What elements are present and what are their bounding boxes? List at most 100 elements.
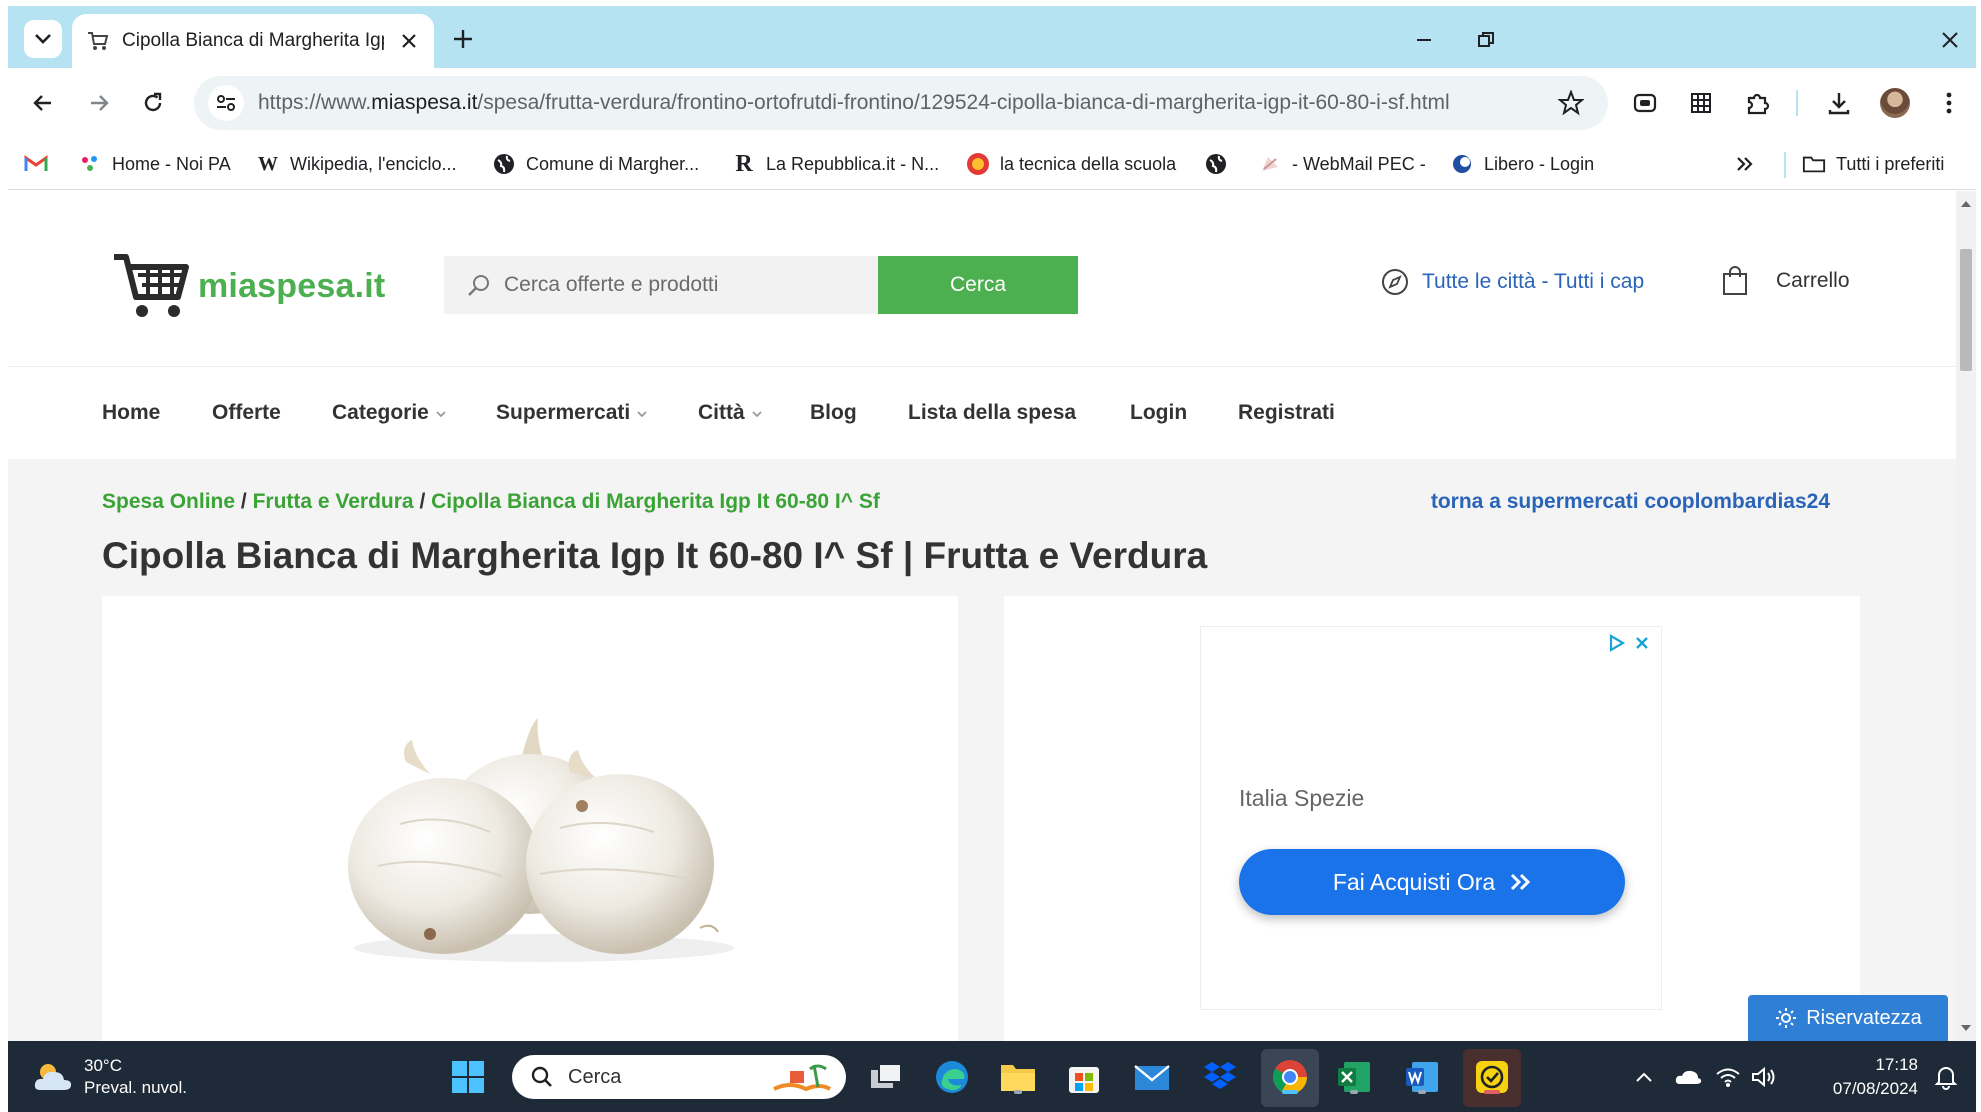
- word-icon: [1406, 1062, 1438, 1092]
- arrow-left-icon: [33, 95, 51, 111]
- extension-copilot-icon: [1633, 93, 1657, 113]
- taskbar-tasks-app[interactable]: [1472, 1057, 1512, 1097]
- nav-home[interactable]: Home: [102, 401, 160, 425]
- bookmark-gmail[interactable]: [24, 150, 58, 178]
- ad-cta-button[interactable]: Fai Acquisti Ora: [1239, 849, 1625, 915]
- ad-banner[interactable]: Italia Spezie Fai Acquisti Ora: [1200, 626, 1662, 1010]
- nav-categorie[interactable]: Categorie: [332, 401, 447, 425]
- nav-citta[interactable]: Città: [698, 401, 763, 425]
- scroll-down-arrow-icon[interactable]: [1960, 1023, 1972, 1033]
- browser-tab-strip: Cipolla Bianca di Margherita Igp It 60-8…: [8, 6, 1976, 68]
- taskbar-edge[interactable]: [932, 1057, 972, 1097]
- privacy-settings-button[interactable]: Riservatezza: [1748, 995, 1948, 1041]
- browser-toolbar: https://www.miaspesa.it/spesa/frutta-ver…: [8, 68, 1976, 138]
- weather-condition: Preval. nuvol.: [84, 1078, 187, 1097]
- nav-offerte[interactable]: Offerte: [212, 401, 281, 425]
- all-bookmarks-folder[interactable]: Tutti i preferiti: [1802, 150, 1944, 178]
- more-bookmarks-button[interactable]: [1736, 150, 1754, 178]
- search-button[interactable]: Cerca: [878, 256, 1078, 314]
- bookmark-label: Libero - Login: [1484, 153, 1595, 174]
- taskbar-mail[interactable]: [1132, 1057, 1172, 1097]
- page-viewport: miaspesa.it Cerca Tutte le città - Tutti…: [8, 191, 1956, 1041]
- menu-button[interactable]: [1934, 88, 1964, 118]
- bookmarks-separator: [1784, 152, 1786, 178]
- url-domain: miaspesa.it: [371, 91, 478, 114]
- extension-button[interactable]: [1630, 88, 1660, 118]
- profile-button[interactable]: [1880, 88, 1910, 118]
- bookmark-globe[interactable]: [1204, 150, 1238, 178]
- nav-label: Offerte: [212, 401, 281, 424]
- breadcrumb-current-product[interactable]: Cipolla Bianca di Margherita Igp It 60-8…: [431, 490, 880, 513]
- nav-blog[interactable]: Blog: [810, 401, 857, 425]
- back-button[interactable]: [24, 84, 62, 122]
- onion-product-image: [348, 718, 734, 962]
- forward-button[interactable]: [80, 84, 118, 122]
- bookmark-repubblica[interactable]: R La Repubblica.it - N...: [732, 150, 939, 178]
- onedrive-tray[interactable]: [1674, 1063, 1702, 1091]
- bookmark-star-icon[interactable]: [1558, 90, 1584, 116]
- wifi-tray[interactable]: [1714, 1063, 1742, 1091]
- nav-label: Registrati: [1238, 401, 1335, 424]
- page-scrollbar[interactable]: [1956, 191, 1976, 1041]
- ad-cta-label: Fai Acquisti Ora: [1332, 868, 1496, 895]
- breadcrumb-frutta-verdura[interactable]: Frutta e Verdura: [253, 490, 414, 513]
- site-info-button[interactable]: [208, 85, 244, 121]
- avatar: [1880, 88, 1910, 118]
- address-bar[interactable]: https://www.miaspesa.it/spesa/frutta-ver…: [194, 76, 1608, 130]
- scroll-up-arrow-icon[interactable]: [1960, 199, 1972, 209]
- taskbar-search[interactable]: Cerca: [512, 1055, 846, 1099]
- wikipedia-icon: W: [258, 152, 278, 175]
- volume-tray[interactable]: [1750, 1063, 1778, 1091]
- taskbar-store[interactable]: [1064, 1057, 1104, 1097]
- product-image-card: [102, 596, 958, 1041]
- tds-icon: [966, 152, 990, 176]
- nav-lista-spesa[interactable]: Lista della spesa: [908, 401, 1076, 425]
- taskbar-excel[interactable]: [1334, 1057, 1374, 1097]
- tab-search-button[interactable]: [24, 20, 62, 58]
- task-view-button[interactable]: [866, 1057, 906, 1097]
- taskbar-chrome[interactable]: [1270, 1057, 1310, 1097]
- taskbar-dropbox[interactable]: [1200, 1057, 1240, 1097]
- taskbar-word[interactable]: [1402, 1057, 1442, 1097]
- downloads-button[interactable]: [1824, 88, 1854, 118]
- bookmark-noipa[interactable]: Home - Noi PA: [78, 150, 231, 178]
- back-to-supermarket-link[interactable]: torna a supermercati cooplombardias24: [1431, 490, 1830, 514]
- system-clock[interactable]: 17:18 07/08/2024: [1814, 1053, 1918, 1101]
- nav-registrati[interactable]: Registrati: [1238, 401, 1335, 425]
- taskbar-file-explorer[interactable]: [998, 1057, 1038, 1097]
- bookmark-webmail-pec[interactable]: - WebMail PEC -: [1258, 150, 1426, 178]
- site-logo[interactable]: miaspesa.it: [112, 251, 385, 321]
- close-tab-icon[interactable]: [398, 30, 420, 52]
- bookmark-libero[interactable]: Libero - Login: [1450, 150, 1594, 178]
- weather-widget[interactable]: 30°C Preval. nuvol.: [32, 1055, 187, 1099]
- globe-icon: [1204, 152, 1228, 176]
- restore-button[interactable]: [1468, 22, 1504, 58]
- city-selector-link[interactable]: Tutte le città - Tutti i cap: [1380, 267, 1644, 297]
- bookmark-comune[interactable]: Comune di Margher...: [492, 150, 699, 178]
- new-tab-button[interactable]: [448, 24, 478, 54]
- city-link-label: Tutte le città - Tutti i cap: [1422, 270, 1645, 293]
- puzzle-icon: [1747, 93, 1770, 115]
- bookmark-tecnica-scuola[interactable]: la tecnica della scuola: [966, 150, 1176, 178]
- search-input[interactable]: [504, 256, 864, 314]
- bookmark-wikipedia[interactable]: W Wikipedia, l'enciclo...: [256, 150, 457, 178]
- ad-choices-badge[interactable]: [1607, 633, 1651, 653]
- notifications-button[interactable]: [1932, 1063, 1960, 1091]
- grid-apps-button[interactable]: [1686, 88, 1716, 118]
- chevron-up-icon: [1636, 1072, 1652, 1082]
- scrollbar-thumb[interactable]: [1960, 249, 1972, 371]
- start-button[interactable]: [448, 1057, 488, 1097]
- grid-icon: [1691, 93, 1711, 113]
- close-window-button[interactable]: [1932, 22, 1968, 58]
- extensions-button[interactable]: [1742, 88, 1772, 118]
- compass-icon: [1382, 269, 1408, 295]
- minimize-button[interactable]: [1406, 22, 1442, 58]
- show-hidden-icons-button[interactable]: [1630, 1063, 1658, 1091]
- breadcrumb-spesa-online[interactable]: Spesa Online: [102, 490, 235, 513]
- nav-supermercati[interactable]: Supermercati: [496, 401, 648, 425]
- nav-login[interactable]: Login: [1130, 401, 1187, 425]
- reload-button[interactable]: [134, 84, 172, 122]
- browser-tab-active[interactable]: Cipolla Bianca di Margherita Igp It 60-8…: [72, 14, 434, 68]
- cart-link[interactable]: Carrello: [1720, 265, 1850, 297]
- noipa-icon: [78, 152, 102, 176]
